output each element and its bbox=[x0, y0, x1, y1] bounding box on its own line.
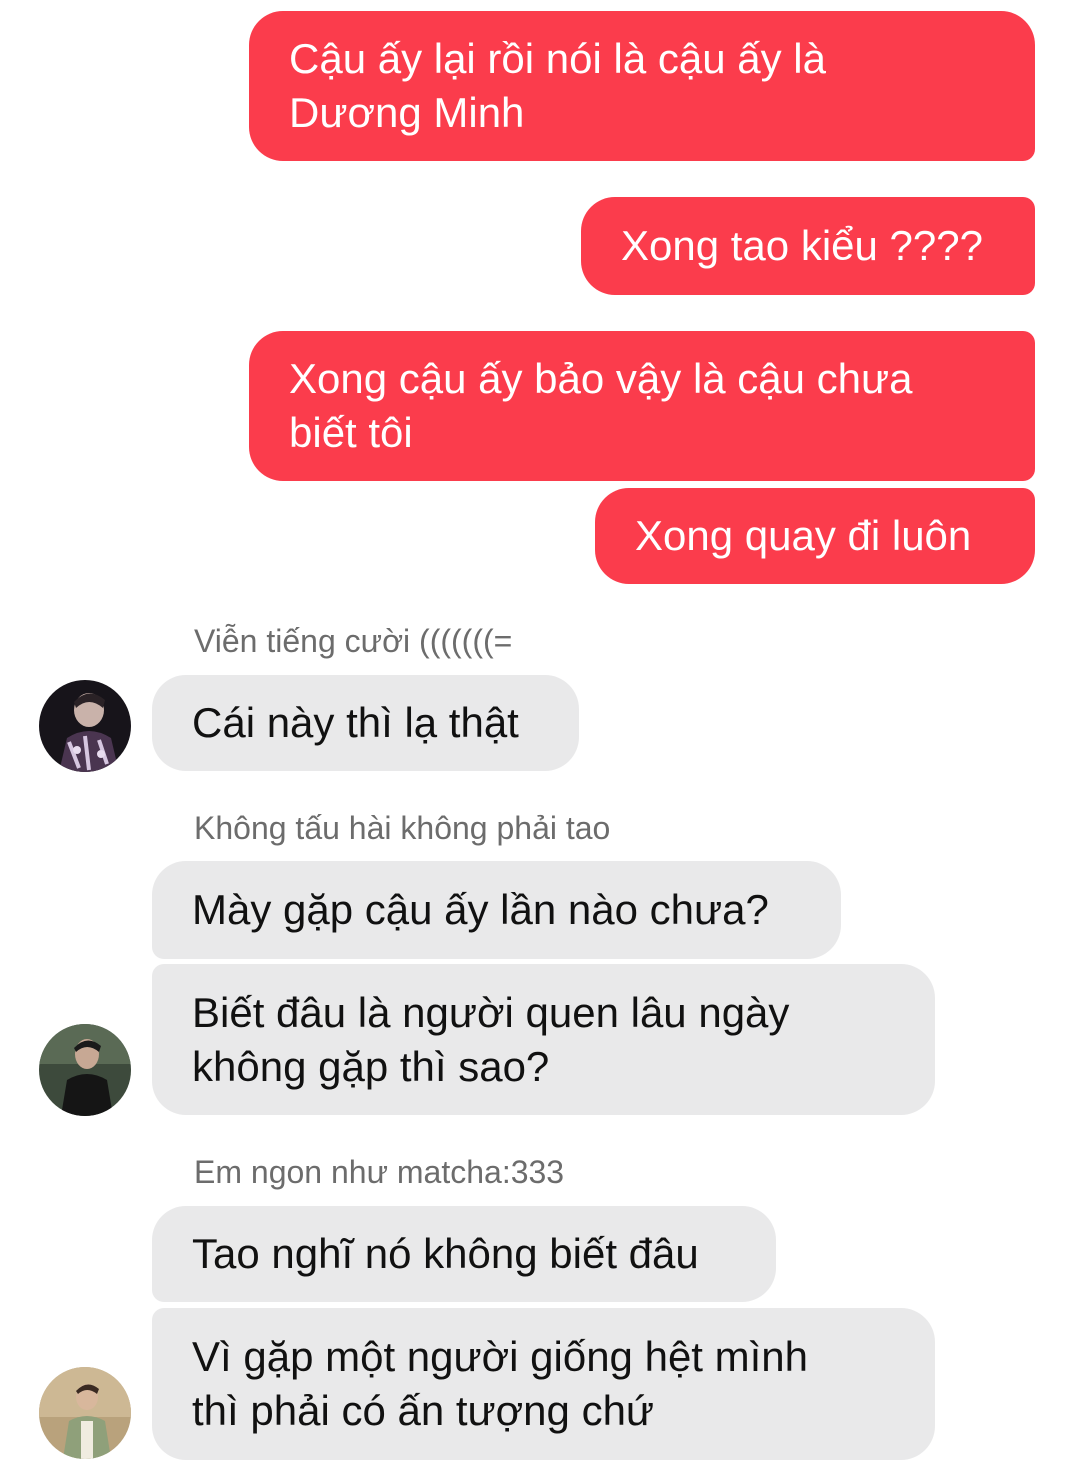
avatar-icon[interactable] bbox=[39, 1367, 131, 1459]
outgoing-message[interactable]: Xong cậu ấy bảo vậy là cậu chưa biết tôi bbox=[249, 331, 1035, 481]
outgoing-message[interactable]: Xong quay đi luôn bbox=[595, 488, 1035, 584]
incoming-message[interactable]: Cái này thì lạ thật bbox=[152, 675, 579, 771]
outgoing-message[interactable]: Cậu ấy lại rồi nói là cậu ấy là Dương Mi… bbox=[249, 11, 1035, 161]
sender-name: Em ngon như matcha:333 bbox=[194, 1154, 565, 1190]
incoming-message[interactable]: Tao nghĩ nó không biết đâu bbox=[152, 1206, 776, 1302]
sender-name: Không tấu hài không phải tao bbox=[194, 810, 611, 846]
avatar-icon[interactable] bbox=[39, 1024, 131, 1116]
incoming-message[interactable]: Vì gặp một người giống hệt mình thì phải… bbox=[152, 1308, 935, 1460]
incoming-message[interactable]: Biết đâu là người quen lâu ngày không gặ… bbox=[152, 964, 935, 1115]
avatar-icon[interactable] bbox=[39, 680, 131, 772]
sender-name: Viễn tiếng cười (((((((= bbox=[194, 623, 513, 659]
incoming-message[interactable]: Mày gặp cậu ấy lần nào chưa? bbox=[152, 861, 841, 959]
outgoing-message[interactable]: Xong tao kiểu ???? bbox=[581, 197, 1035, 295]
